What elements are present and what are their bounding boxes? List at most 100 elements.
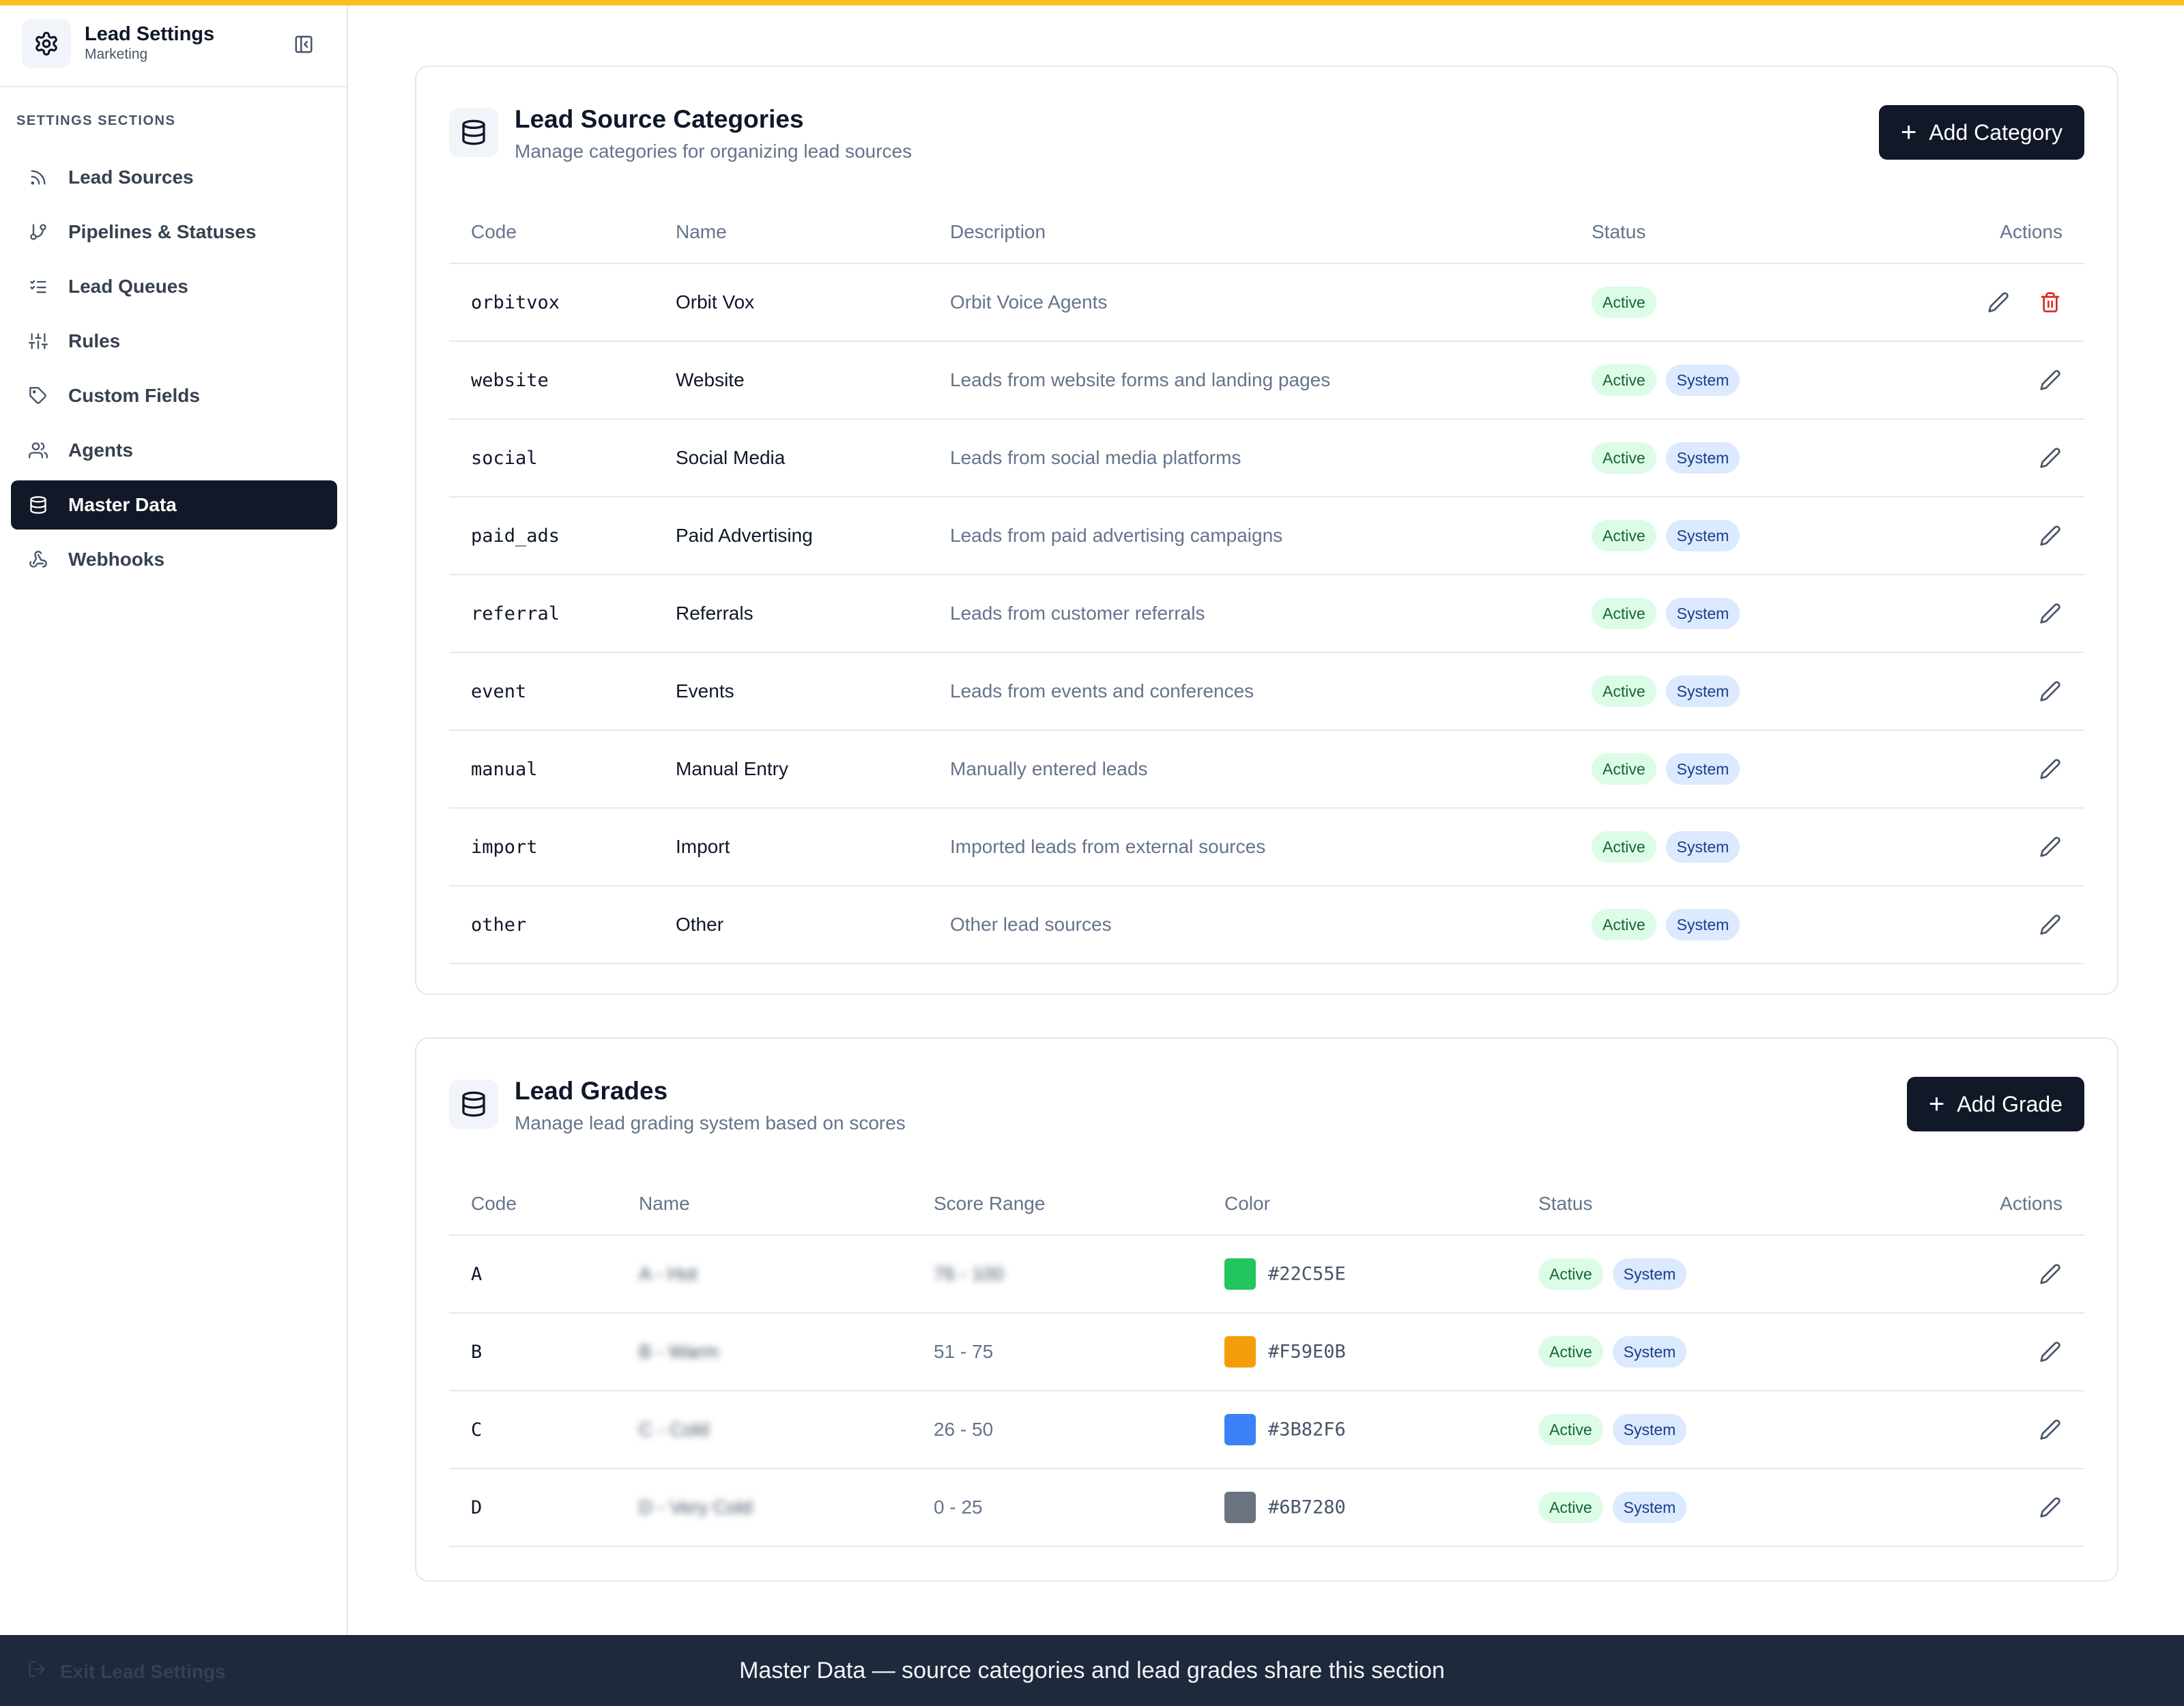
table-row: referral Referrals Leads from customer ref… — [449, 575, 2084, 653]
system-badge: System — [1612, 1414, 1687, 1445]
status-cell: Active System — [1517, 1235, 1885, 1314]
name-cell: D - Very Cold — [617, 1469, 912, 1547]
name-cell: Social Media — [654, 419, 928, 497]
edit-icon[interactable] — [2035, 521, 2065, 551]
exit-label: Exit Lead Settings — [60, 1660, 226, 1682]
webhook-icon — [27, 549, 49, 570]
color-hex: #22C55E — [1268, 1263, 1346, 1285]
edit-icon[interactable] — [2035, 1492, 2065, 1522]
code-cell: other — [449, 886, 654, 964]
actions-cell — [1884, 497, 2084, 575]
name-cell: Orbit Vox — [654, 263, 928, 342]
color-hex: #3B82F6 — [1268, 1419, 1346, 1441]
status-badge: Active — [1592, 598, 1656, 629]
system-badge: System — [1665, 364, 1740, 396]
status-badge: Active — [1592, 753, 1656, 785]
status-cell: Active System — [1570, 808, 1884, 886]
sidebar-item-label: Agents — [68, 439, 133, 461]
sliders-icon — [27, 330, 49, 352]
system-badge: System — [1612, 1336, 1687, 1368]
sidebar-subtitle: Marketing — [85, 46, 148, 62]
description-cell: Leads from customer referrals — [928, 575, 1570, 653]
name-cell: Other — [654, 886, 928, 964]
add-category-button[interactable]: + Add Category — [1878, 105, 2084, 160]
card-description: Manage categories for organizing lead so… — [515, 141, 913, 162]
status-badge: Active — [1592, 520, 1656, 551]
edit-icon[interactable] — [2035, 832, 2065, 862]
column-header: Actions — [1884, 201, 2084, 264]
score-range: 0 - 25 — [934, 1497, 983, 1518]
footer-caption-bar: Exit Lead Settings Master Data — source … — [0, 1635, 2184, 1706]
score-range-cell: 76 - 100 — [912, 1235, 1203, 1314]
status-badge: Active — [1592, 831, 1656, 863]
lead-source-categories-card: Lead Source Categories Manage categories… — [415, 66, 2118, 995]
database-icon — [449, 1080, 498, 1129]
actions-cell — [1884, 886, 2084, 964]
delete-icon[interactable] — [2035, 287, 2065, 317]
sidebar-item-lead-queues[interactable]: Lead Queues — [11, 262, 337, 311]
description-cell: Leads from paid advertising campaigns — [928, 497, 1570, 575]
sidebar-item-agents[interactable]: Agents — [11, 426, 337, 475]
edit-icon[interactable] — [2035, 1415, 2065, 1445]
edit-icon[interactable] — [2035, 443, 2065, 473]
table-header-row: Code Name Description Status Actions — [449, 201, 2084, 264]
score-range: 51 - 75 — [934, 1341, 994, 1362]
color-cell: #F59E0B — [1203, 1313, 1517, 1391]
settings-sections-label: SETTINGS SECTIONS — [16, 113, 176, 128]
name-cell: Events — [654, 652, 928, 731]
status-badge: Active — [1538, 1492, 1603, 1523]
collapse-sidebar-icon[interactable] — [291, 31, 317, 57]
name-cell: C - Cold — [617, 1391, 912, 1469]
edit-icon[interactable] — [2035, 910, 2065, 940]
table-header-row: Code Name Score Range Color Status Actio… — [449, 1172, 2084, 1236]
actions-cell — [1885, 1391, 2084, 1469]
description-cell: Leads from social media platforms — [928, 419, 1570, 497]
description-cell: Leads from events and conferences — [928, 652, 1570, 731]
edit-icon[interactable] — [2035, 365, 2065, 395]
status-cell: Active System — [1570, 652, 1884, 731]
name-cell: Import — [654, 808, 928, 886]
grades-table: Code Name Score Range Color Status Actio… — [449, 1172, 2084, 1547]
sidebar-item-webhooks[interactable]: Webhooks — [11, 535, 337, 584]
description-cell: Imported leads from external sources — [928, 808, 1570, 886]
table-row: paid_ads Paid Advertising Leads from paid … — [449, 497, 2084, 575]
add-grade-button[interactable]: + Add Grade — [1906, 1077, 2084, 1131]
column-header: Score Range — [912, 1172, 1203, 1236]
sidebar: Lead Settings Marketing SETTINGS SECTION… — [0, 0, 348, 1706]
sidebar-item-rules[interactable]: Rules — [11, 317, 337, 366]
edit-icon[interactable] — [2035, 1259, 2065, 1289]
sidebar-item-pipelines[interactable]: Pipelines & Statuses — [11, 207, 337, 257]
table-row: orbitvox Orbit Vox Orbit Voice Agents Activ… — [449, 263, 2084, 342]
edit-icon[interactable] — [2035, 1337, 2065, 1367]
table-row: manual Manual Entry Manually entered leads… — [449, 730, 2084, 809]
edit-icon[interactable] — [2035, 598, 2065, 628]
color-swatch — [1224, 1258, 1256, 1290]
tag-icon — [27, 385, 49, 407]
status-cell: Active System — [1517, 1313, 1885, 1391]
footer-caption: Master Data — source categories and lead… — [739, 1657, 1445, 1683]
score-range-cell: 51 - 75 — [912, 1313, 1203, 1391]
status-badge: Active — [1592, 287, 1656, 318]
status-cell: Active System — [1570, 730, 1884, 809]
sidebar-item-label: Lead Queues — [68, 276, 188, 297]
users-icon — [27, 439, 49, 461]
sidebar-item-custom-fields[interactable]: Custom Fields — [11, 371, 337, 420]
system-badge: System — [1665, 520, 1740, 551]
code-cell: referral — [449, 575, 654, 653]
sidebar-item-lead-sources[interactable]: Lead Sources — [11, 153, 337, 202]
actions-cell — [1884, 652, 2084, 731]
system-badge: System — [1612, 1492, 1687, 1523]
edit-icon[interactable] — [2035, 676, 2065, 706]
edit-icon[interactable] — [1983, 287, 2013, 317]
exit-lead-settings-link[interactable]: Exit Lead Settings — [27, 1660, 226, 1683]
settings-nav: Lead Sources Pipelines & Statuses Lead Q… — [11, 153, 337, 590]
sidebar-item-master-data[interactable]: Master Data — [11, 480, 337, 530]
status-badge: Active — [1592, 442, 1656, 474]
sidebar-item-label: Pipelines & Statuses — [68, 221, 257, 242]
color-hex: #F59E0B — [1268, 1341, 1346, 1363]
code-cell: paid_ads — [449, 497, 654, 575]
add-category-label: Add Category — [1929, 119, 2063, 145]
edit-icon[interactable] — [2035, 754, 2065, 784]
name-cell: Referrals — [654, 575, 928, 653]
git-branch-icon — [27, 221, 49, 243]
